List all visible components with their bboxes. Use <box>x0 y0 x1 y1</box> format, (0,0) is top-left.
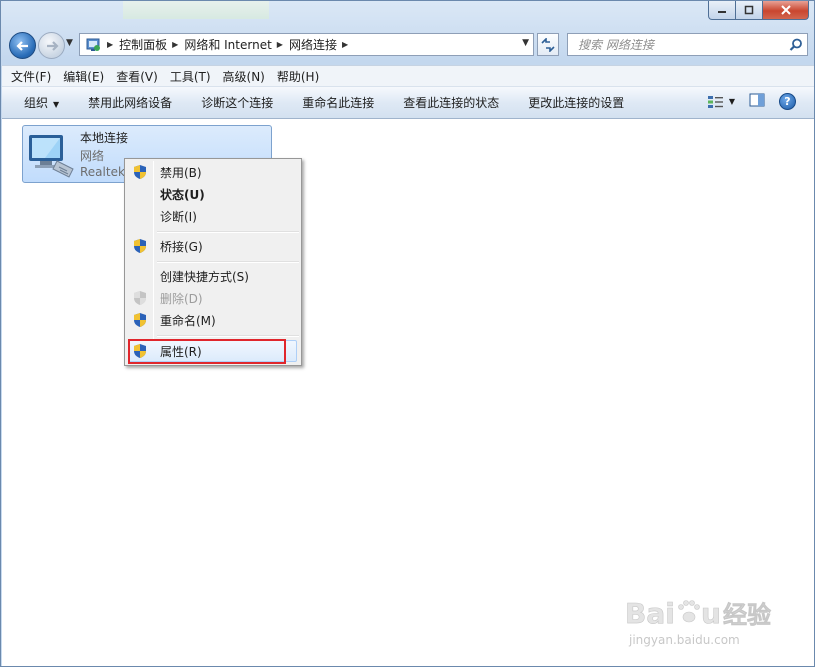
network-adapter-icon <box>29 135 74 178</box>
search-box[interactable]: 搜索 网络连接 <box>567 33 808 56</box>
back-button[interactable] <box>9 32 36 59</box>
chevron-down-icon: ▼ <box>53 100 60 109</box>
refresh-button[interactable] <box>537 33 559 56</box>
minimize-button[interactable] <box>708 1 736 20</box>
search-input[interactable]: 搜索 网络连接 <box>578 36 785 53</box>
maximize-button[interactable] <box>736 1 763 20</box>
connection-device: Realtek <box>80 165 125 179</box>
menu-help[interactable]: 帮助(H) <box>277 68 319 85</box>
change-settings-button[interactable]: 更改此连接的设置 <box>528 94 624 111</box>
uac-shield-icon <box>134 291 146 305</box>
menu-item-rename[interactable]: 重命名(M) <box>127 309 299 331</box>
uac-shield-icon <box>134 313 146 327</box>
menu-bar: 文件(F) 编辑(E) 查看(V) 工具(T) 高级(N) 帮助(H) <box>2 65 814 87</box>
menu-item-label: 桥接(G) <box>160 239 203 254</box>
uac-shield-icon <box>134 239 146 253</box>
menu-separator <box>157 231 299 233</box>
menu-item-label: 删除(D) <box>160 291 203 306</box>
menu-item-label: 重命名(M) <box>160 313 216 328</box>
menu-item-label: 诊断(I) <box>160 209 197 224</box>
breadcrumb-network-internet[interactable]: 网络和 Internet <box>184 36 271 53</box>
menu-tools[interactable]: 工具(T) <box>170 68 211 85</box>
menu-edit[interactable]: 编辑(E) <box>63 68 104 85</box>
forward-button[interactable] <box>38 32 65 59</box>
svg-text:u: u <box>701 597 721 630</box>
rename-connection-button[interactable]: 重命名此连接 <box>302 94 374 111</box>
help-icon[interactable]: ? <box>779 93 796 110</box>
menu-advanced[interactable]: 高级(N) <box>223 68 265 85</box>
chevron-down-icon: ▼ <box>728 97 735 106</box>
baidu-watermark: Bai u 经验 jingyan.baidu.com <box>623 593 783 653</box>
crumb-separator[interactable]: ▶ <box>277 40 283 49</box>
command-bar: 组织 ▼ 禁用此网络设备 诊断这个连接 重命名此连接 查看此连接的状态 更改此连接… <box>2 87 814 119</box>
crumb-separator[interactable]: ▶ <box>172 40 178 49</box>
context-menu: 禁用(B) 状态(U) 诊断(I) 桥接(G) 创建快捷方式(S) 删除(D) … <box>124 158 302 366</box>
view-controls: ▼ ? <box>707 93 796 110</box>
minimize-icon <box>718 11 726 13</box>
menu-item-disable[interactable]: 禁用(B) <box>127 161 299 183</box>
crumb-separator[interactable]: ▶ <box>342 40 348 49</box>
search-icon[interactable] <box>785 38 807 52</box>
menu-file[interactable]: 文件(F) <box>11 68 51 85</box>
menu-item-bridge[interactable]: 桥接(G) <box>127 235 299 257</box>
address-row: ▼ ▶ 控制面板 ▶ 网络和 Internet ▶ 网络连接 ▶ ▼ 搜索 网络… <box>1 29 814 61</box>
menu-view[interactable]: 查看(V) <box>116 68 158 85</box>
menu-separator <box>157 335 299 337</box>
menu-item-create-shortcut[interactable]: 创建快捷方式(S) <box>127 265 299 287</box>
menu-item-label: 创建快捷方式(S) <box>160 269 249 284</box>
menu-item-status[interactable]: 状态(U) <box>127 183 299 205</box>
menu-item-diagnose[interactable]: 诊断(I) <box>127 205 299 227</box>
close-icon <box>780 5 791 15</box>
menu-item-label: 禁用(B) <box>160 165 202 180</box>
arrow-right-icon <box>46 40 59 51</box>
close-button[interactable] <box>763 1 809 20</box>
view-list-icon <box>707 95 723 108</box>
organize-button[interactable]: 组织 ▼ <box>24 94 59 111</box>
svg-text:Bai: Bai <box>625 597 675 630</box>
maximize-icon <box>744 5 754 15</box>
breadcrumb-control-panel[interactable]: 控制面板 <box>119 36 167 53</box>
svg-text:经验: 经验 <box>723 601 771 629</box>
menu-separator <box>157 261 299 263</box>
arrow-left-icon <box>15 40 28 51</box>
watermark-url: jingyan.baidu.com <box>629 633 740 647</box>
title-bar-glow <box>123 1 269 19</box>
address-history-dropdown[interactable]: ▼ <box>522 38 529 48</box>
refresh-icon <box>541 37 555 52</box>
connection-name: 本地连接 <box>80 131 129 145</box>
network-connections-window: ▼ ▶ 控制面板 ▶ 网络和 Internet ▶ 网络连接 ▶ ▼ 搜索 网络… <box>0 0 815 667</box>
address-bar[interactable]: ▶ 控制面板 ▶ 网络和 Internet ▶ 网络连接 ▶ ▼ <box>79 33 534 56</box>
control-panel-icon <box>84 37 102 53</box>
view-status-button[interactable]: 查看此连接的状态 <box>403 94 499 111</box>
menu-item-label: 状态(U) <box>160 187 205 202</box>
preview-pane-button[interactable] <box>749 93 765 110</box>
crumb-separator: ▶ <box>107 40 114 49</box>
connection-network: 网络 <box>80 149 105 163</box>
change-view-button[interactable]: ▼ <box>707 95 735 109</box>
menu-item-delete: 删除(D) <box>127 287 299 309</box>
annotation-highlight-box <box>128 339 286 364</box>
recent-pages-dropdown[interactable]: ▼ <box>66 38 73 48</box>
uac-shield-icon <box>134 165 146 179</box>
preview-pane-icon <box>749 93 765 107</box>
diagnose-connection-button[interactable]: 诊断这个连接 <box>201 94 273 111</box>
breadcrumb-network-connections[interactable]: 网络连接 <box>289 36 337 53</box>
caption-buttons <box>708 1 809 21</box>
disable-device-button[interactable]: 禁用此网络设备 <box>88 94 172 111</box>
baidu-logo-icon: Bai u 经验 <box>625 597 772 631</box>
organize-label: 组织 <box>24 96 49 110</box>
